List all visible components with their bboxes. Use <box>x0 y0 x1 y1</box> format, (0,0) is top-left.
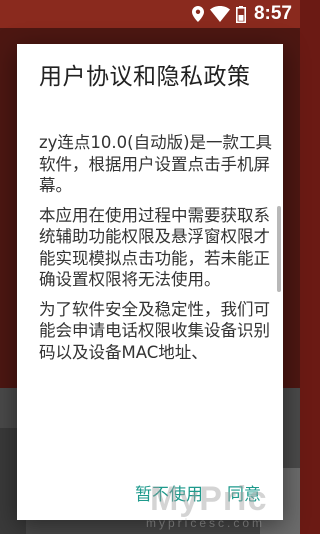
agree-button[interactable]: 同意 <box>223 476 265 509</box>
battery-icon <box>235 5 246 23</box>
wifi-icon <box>209 6 230 22</box>
dialog-title: 用户协议和隐私政策 <box>39 64 251 90</box>
dialog-paragraph: 为了软件安全及稳定性，我们可能会申请电话权限收集设备识别码以及设备MAC地址、 <box>39 299 270 362</box>
dialog-scrollbar[interactable] <box>277 136 281 466</box>
status-time: 8:57 <box>253 3 292 24</box>
privacy-policy-dialog: 用户协议和隐私政策 zy连点10.0(自动版)是一款工具软件，根据用户设置点击手… <box>17 44 283 520</box>
dialog-actions: 暂不使用 同意 <box>17 472 283 512</box>
decline-button[interactable]: 暂不使用 <box>131 476 207 509</box>
dialog-body[interactable]: zy连点10.0(自动版)是一款工具软件，根据用户设置点击手机屏幕。 本应用在使… <box>17 132 283 468</box>
status-bar: 8:57 <box>0 0 300 28</box>
location-icon <box>191 6 204 22</box>
scrollbar-thumb[interactable] <box>277 206 281 292</box>
dialog-paragraph: 本应用在使用过程中需要获取系统辅助功能权限及悬浮窗权限才能实现模拟点击功能，若未… <box>39 205 270 290</box>
dialog-paragraph: zy连点10.0(自动版)是一款工具软件，根据用户设置点击手机屏幕。 <box>39 133 273 195</box>
